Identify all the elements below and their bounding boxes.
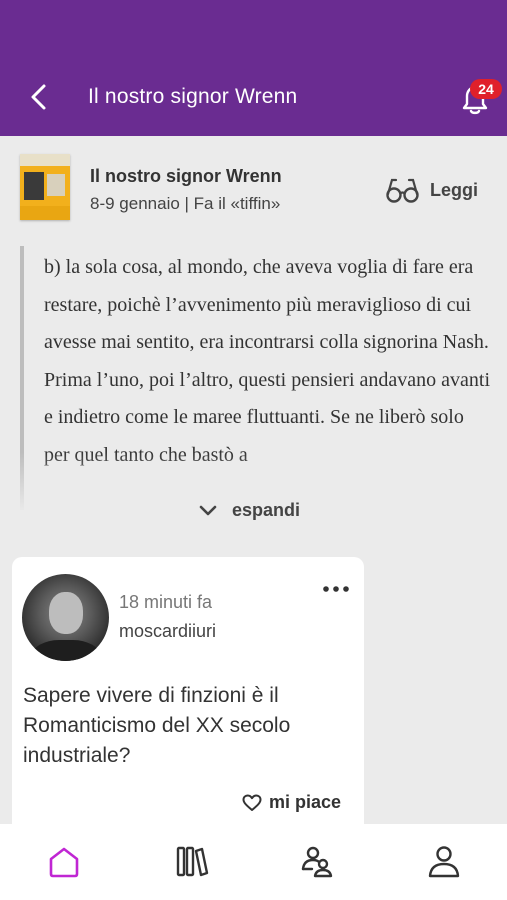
community-icon (301, 846, 333, 878)
book-title: Il nostro signor Wrenn (90, 166, 282, 186)
post-text: Sapere vivere di finzioni è il Romantici… (23, 684, 291, 767)
tab-library[interactable] (172, 842, 212, 880)
chevron-down-icon (199, 505, 217, 516)
notification-badge[interactable]: 24 (470, 79, 502, 99)
tab-community[interactable] (296, 842, 336, 880)
reading-schedule: 8-9 gennaio | Fa il «tiffin» (90, 194, 281, 213)
more-options-icon[interactable] (322, 584, 350, 594)
book-bar: Il nostro signor Wrenn 8-9 gennaio | Fa … (0, 136, 507, 234)
tab-home[interactable] (44, 842, 84, 880)
book-cover[interactable] (20, 154, 70, 220)
bottom-tab-bar (0, 824, 507, 900)
page-title: Il nostro signor Wrenn (88, 85, 298, 108)
read-label: Leggi (430, 180, 478, 200)
avatar[interactable] (22, 574, 109, 661)
home-icon (49, 847, 79, 878)
comment-card: 18 minuti fa moscardiiuri Sapere vivere … (12, 557, 364, 837)
back-arrow-icon[interactable] (26, 82, 52, 112)
like-label: mi piace (269, 792, 342, 812)
excerpt-text: b) la sola cosa, al mondo, che aveva vog… (44, 256, 490, 466)
expand-label: espandi (232, 500, 301, 520)
app-header: Il nostro signor Wrenn 24 (0, 0, 507, 136)
post-time: 18 minuti fa (119, 592, 213, 612)
book-excerpt: b) la sola cosa, al mondo, che aveva vog… (20, 246, 490, 510)
heart-icon (242, 794, 262, 811)
tab-profile[interactable] (424, 842, 464, 880)
glasses-icon (386, 178, 419, 203)
library-icon (176, 846, 209, 877)
read-button[interactable]: Leggi (386, 176, 496, 206)
post-username[interactable]: moscardiiuri (119, 621, 216, 642)
profile-icon (428, 846, 460, 878)
